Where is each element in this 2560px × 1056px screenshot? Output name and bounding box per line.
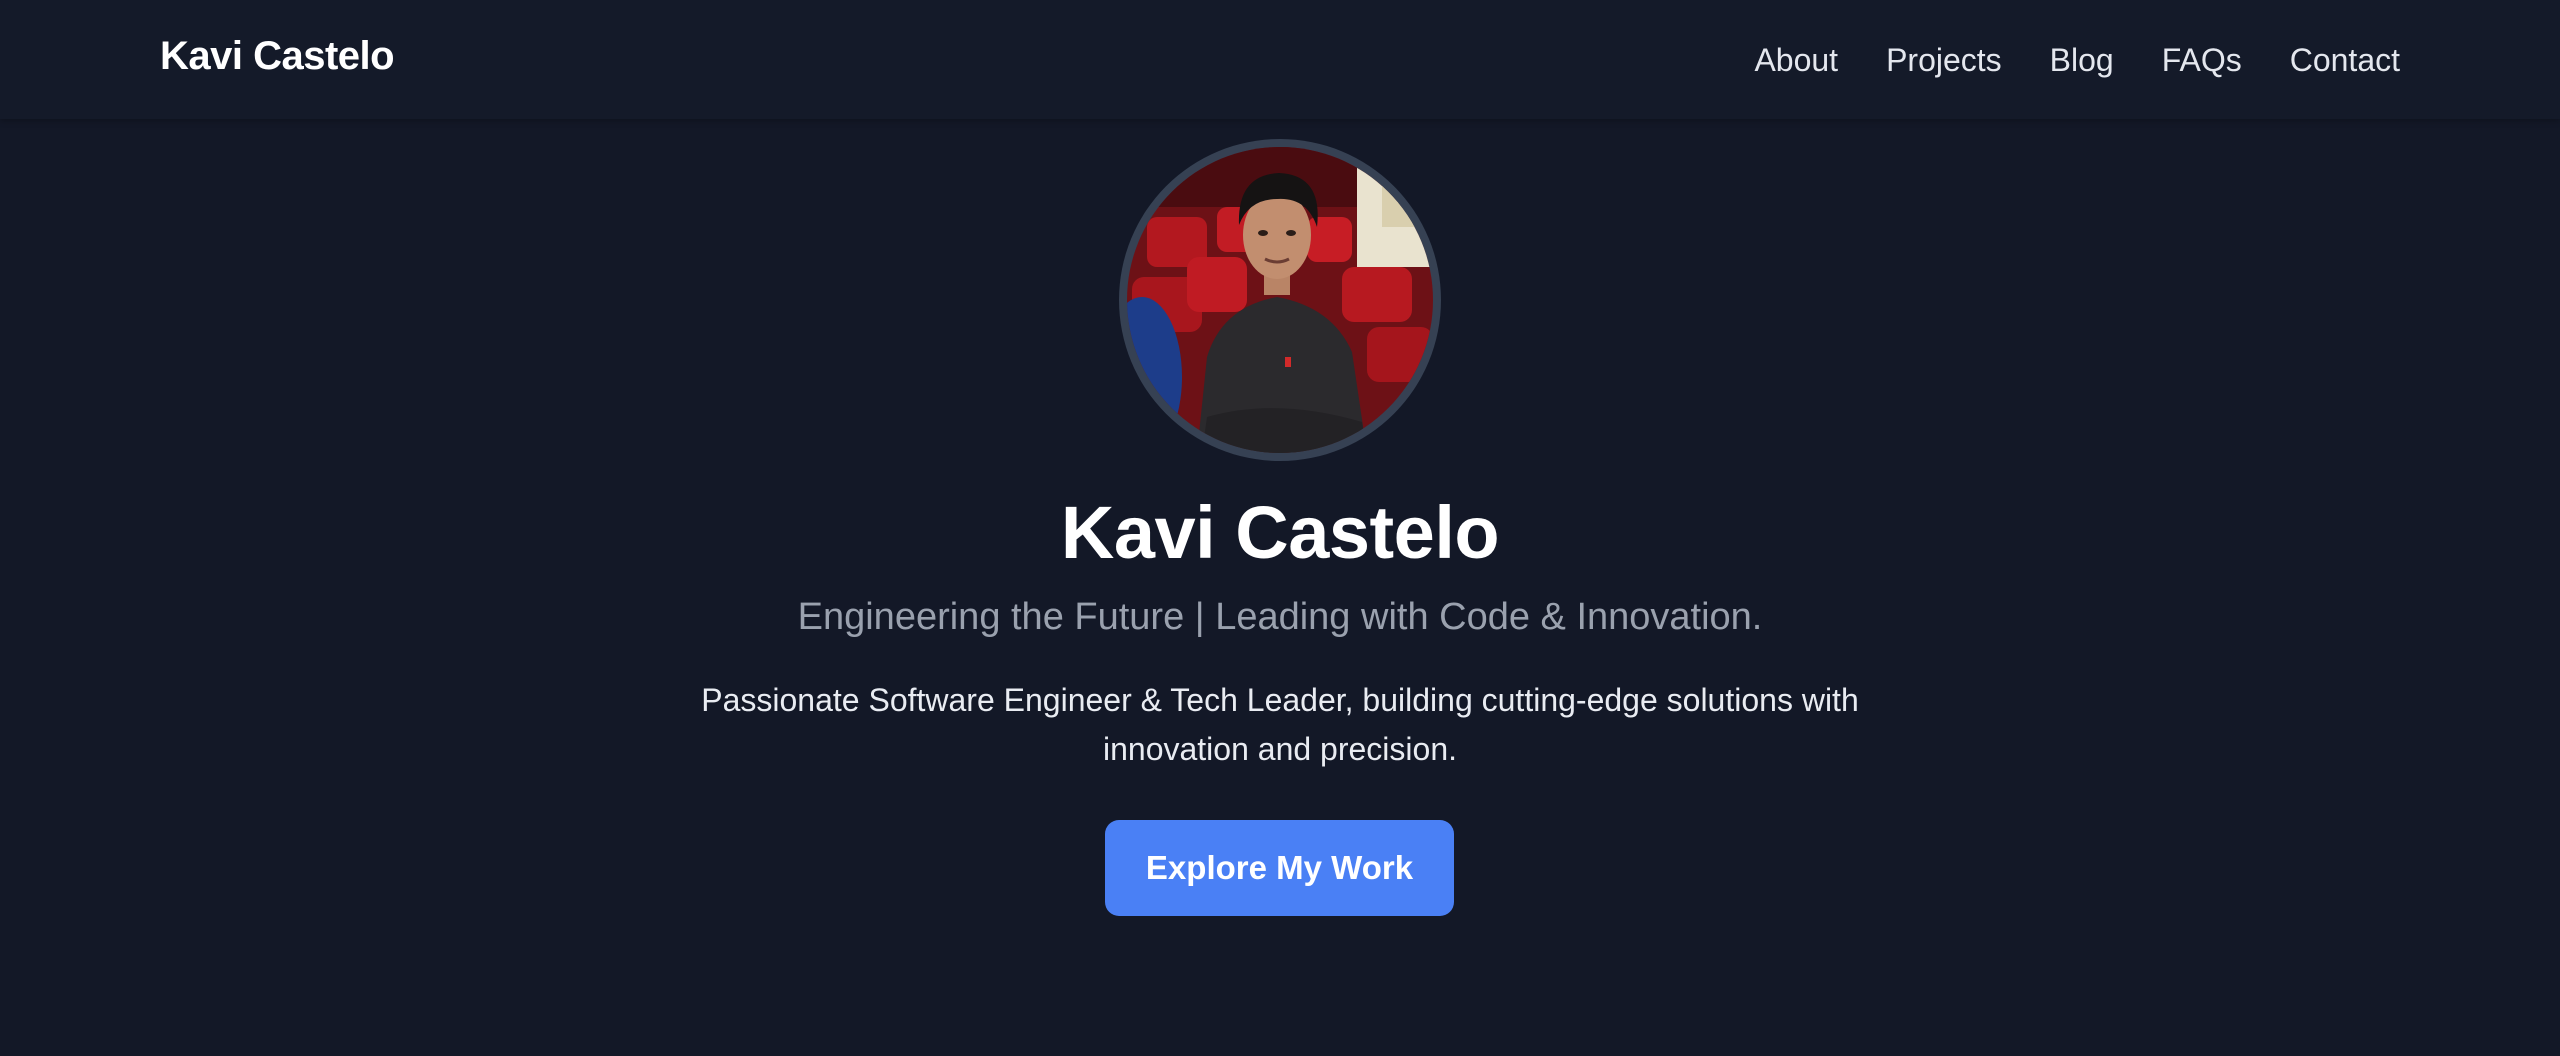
nav-link-contact[interactable]: Contact <box>2290 40 2400 80</box>
profile-photo-icon <box>1127 147 1433 453</box>
hero-tagline: Engineering the Future | Leading with Co… <box>797 596 1763 638</box>
avatar <box>1127 147 1433 453</box>
nav-link-projects[interactable]: Projects <box>1886 40 2002 80</box>
nav-link-blog[interactable]: Blog <box>2050 40 2114 80</box>
avatar-frame <box>1119 139 1441 461</box>
main-nav: About Projects Blog FAQs Contact <box>1754 40 2400 80</box>
hero-name: Kavi Castelo <box>1060 491 1500 574</box>
site-header: Kavi Castelo About Projects Blog FAQs Co… <box>0 0 2560 119</box>
explore-work-button[interactable]: Explore My Work <box>1105 820 1454 916</box>
nav-link-about[interactable]: About <box>1754 40 1838 80</box>
hero-description: Passionate Software Engineer & Tech Lead… <box>701 682 1859 767</box>
nav-link-faqs[interactable]: FAQs <box>2162 40 2242 80</box>
brand-logo[interactable]: Kavi Castelo <box>160 34 395 79</box>
